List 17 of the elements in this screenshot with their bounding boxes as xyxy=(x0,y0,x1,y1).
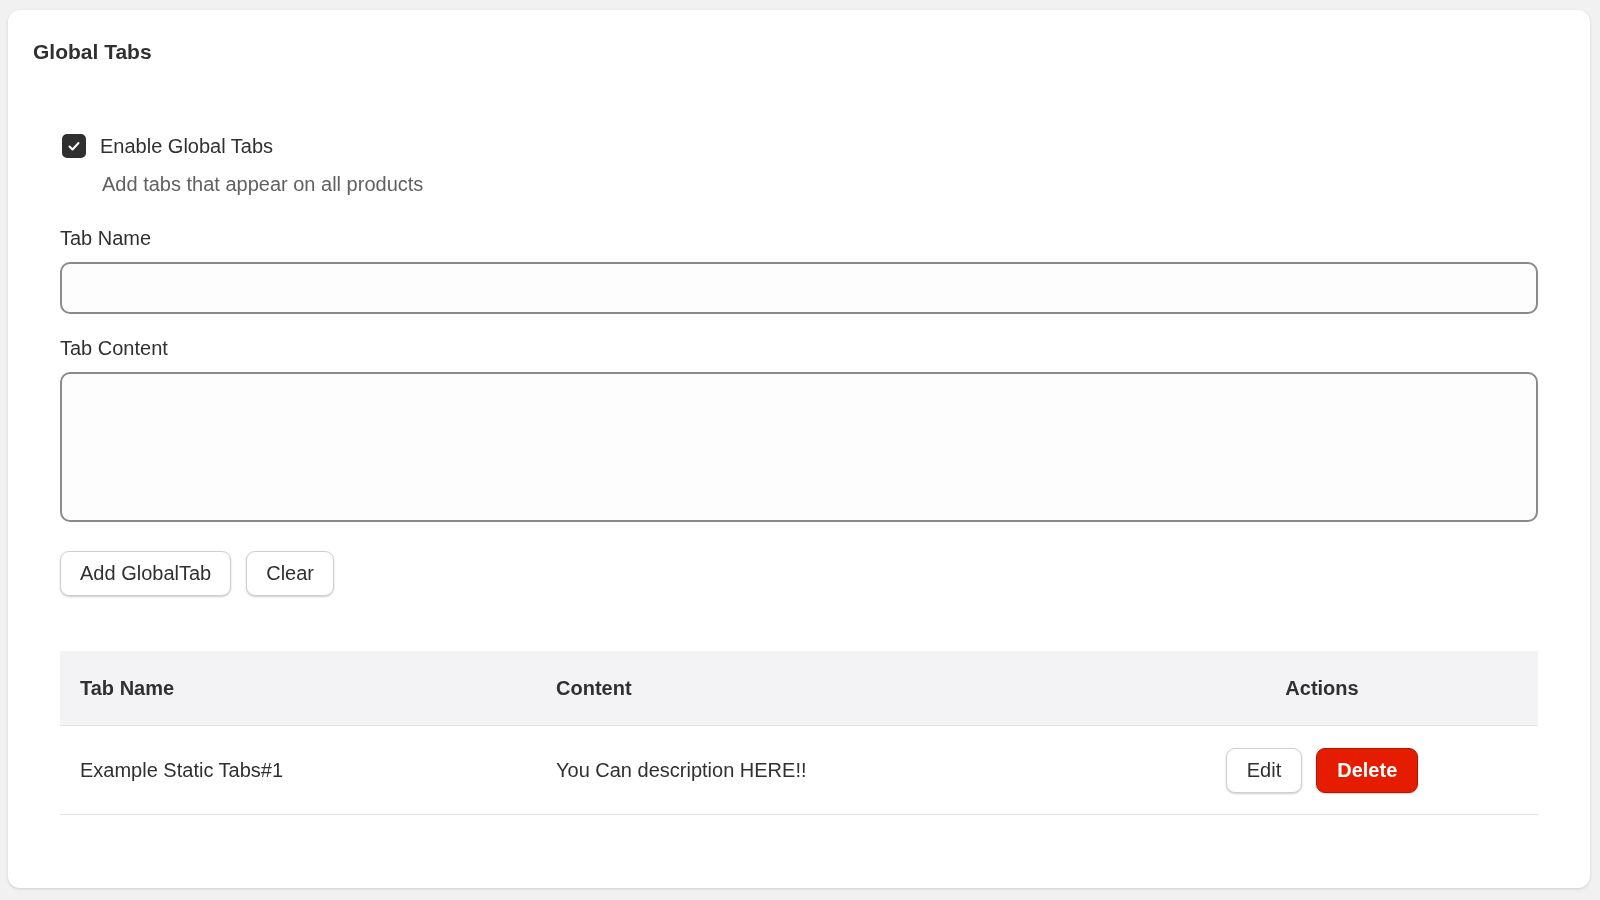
text-area[interactable] xyxy=(60,372,1538,522)
column-header: Actions xyxy=(1284,676,1360,700)
field-label: Tab Name xyxy=(60,226,153,250)
table-cell-text: Example Static Tabs#1 xyxy=(79,758,285,782)
delete-button[interactable]: Delete xyxy=(1316,747,1419,793)
form-button[interactable]: Add GlobalTab xyxy=(60,551,232,596)
edit-button[interactable]: Edit xyxy=(1225,747,1303,793)
field-label: Tab Content xyxy=(60,336,169,360)
text-field[interactable] xyxy=(60,262,1538,314)
card-title: Global Tabs xyxy=(32,39,153,64)
column-header: Content xyxy=(555,676,633,700)
checkbox[interactable] xyxy=(62,134,86,158)
table-cell-text: You Can description HERE!! xyxy=(555,758,808,782)
form-button[interactable]: Clear xyxy=(246,551,334,596)
help-text: Add tabs that appear on all products xyxy=(102,172,425,196)
checkbox-label: Enable Global Tabs xyxy=(100,134,274,158)
column-header: Tab Name xyxy=(79,676,176,700)
